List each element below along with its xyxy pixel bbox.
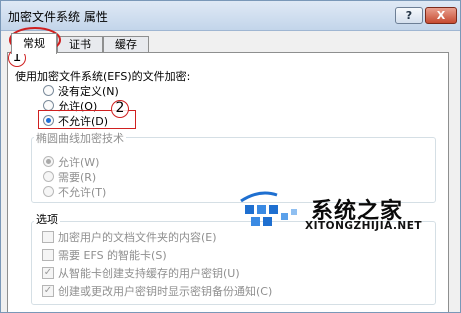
efs-heading: 使用加密文件系统(EFS)的文件加密: — [15, 70, 191, 83]
radio-ecc-require-label[interactable]: 需要(R) — [58, 169, 96, 185]
checkbox-key-backup-notify-label[interactable]: 创建或更改用户密钥时显示密钥备份通知(C) — [58, 283, 272, 299]
tab-strip: 常规 证书 缓存 — [1, 31, 460, 54]
watermark-logo-icon — [240, 191, 297, 226]
radio-ecc-disallow-label[interactable]: 不允许(T) — [58, 184, 106, 200]
ecc-legend: 椭圆曲线加密技术 — [34, 130, 126, 146]
radio-ecc-require[interactable] — [43, 171, 54, 182]
tab-general[interactable]: 常规 — [11, 33, 57, 54]
checkbox-encrypt-documents[interactable] — [42, 231, 54, 243]
help-button[interactable]: ? — [395, 7, 423, 24]
annotation-step-2: 2 — [111, 100, 129, 118]
tab-cache[interactable]: 缓存 — [103, 36, 149, 53]
radio-ecc-allow[interactable] — [43, 156, 54, 167]
checkbox-require-smartcard-label[interactable]: 需要 EFS 的智能卡(S) — [58, 247, 167, 263]
properties-dialog: 加密文件系统 属性 ? X 常规 证书 缓存 使用加密文件系统(EFS)的文件加… — [0, 0, 461, 313]
radio-ecc-allow-label[interactable]: 允许(W) — [58, 154, 99, 170]
watermark-url: XITONGZHIJIA.NET — [305, 220, 423, 232]
checkbox-require-smartcard[interactable] — [42, 249, 54, 261]
checkbox-smartcard-cache-key-label[interactable]: 从智能卡创建支持缓存的用户密钥(U) — [58, 265, 240, 281]
checkbox-key-backup-notify[interactable]: ✓ — [42, 285, 54, 297]
radio-not-defined[interactable] — [43, 85, 54, 96]
options-legend: 选项 — [34, 211, 60, 227]
checkbox-smartcard-cache-key[interactable]: ✓ — [42, 267, 54, 279]
radio-ecc-disallow[interactable] — [43, 186, 54, 197]
title-bar[interactable]: 加密文件系统 属性 ? X — [1, 1, 460, 31]
close-button[interactable]: X — [425, 7, 457, 24]
window-title: 加密文件系统 属性 — [8, 10, 108, 24]
right-edge-frame — [449, 52, 460, 312]
watermark: 系统之家 XITONGZHIJIA.NET — [237, 187, 460, 237]
checkbox-encrypt-documents-label[interactable]: 加密用户的文档文件夹的内容(E) — [58, 229, 217, 245]
radio-not-defined-label[interactable]: 没有定义(N) — [58, 83, 119, 99]
